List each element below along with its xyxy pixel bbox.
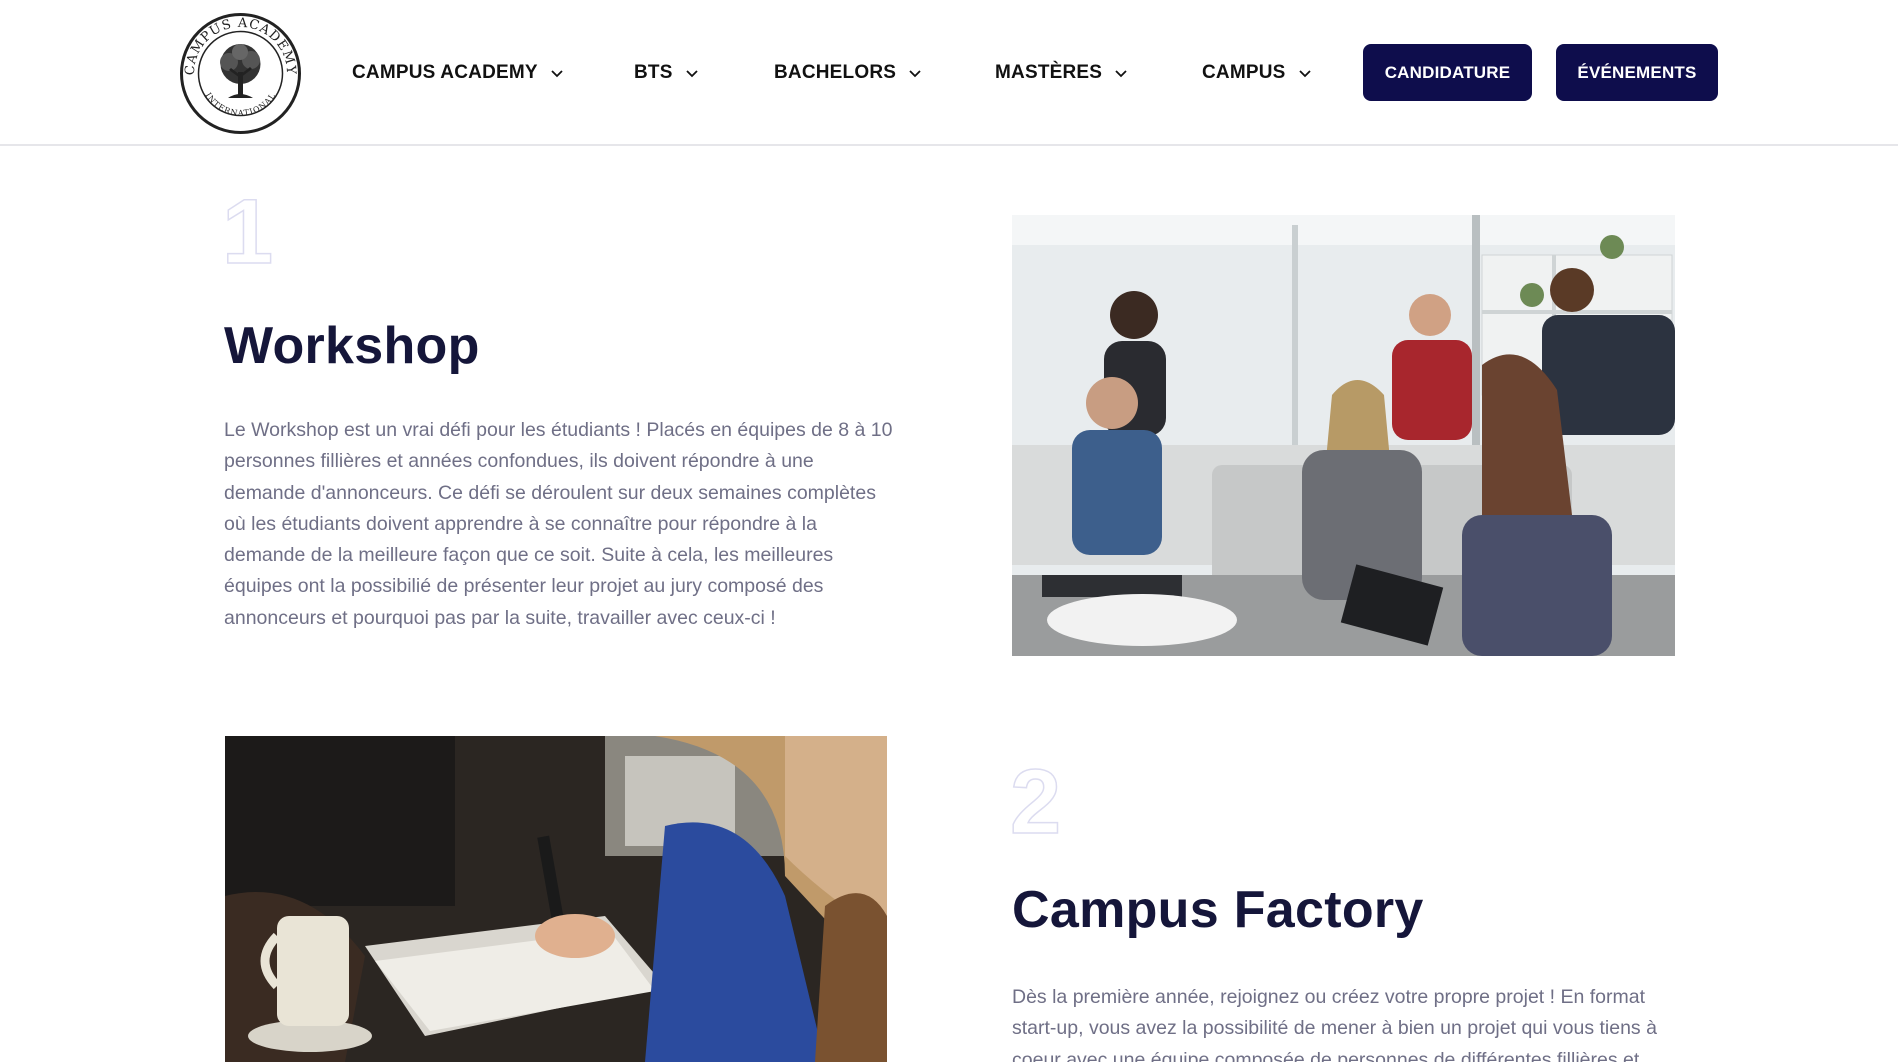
nav-label: MASTÈRES — [995, 62, 1103, 83]
chevron-down-icon — [1298, 70, 1311, 78]
campus-academy-logo[interactable]: CAMPUS ACADEMY INTERNATIONAL — [179, 12, 302, 135]
section-text: Le Workshop est un vrai défi pour les ét… — [224, 419, 893, 629]
nav-label: BTS — [634, 62, 673, 83]
nav-label: BACHELORS — [774, 62, 897, 83]
candidature-button[interactable]: CANDIDATURE — [1363, 44, 1532, 101]
section-text: Dès la première année, rejoignez ou crée… — [1012, 986, 1657, 1062]
section-title: Workshop — [224, 317, 480, 375]
nav-item-campus-academy[interactable]: CAMPUS ACADEMY — [352, 58, 564, 88]
site-header: CAMPUS ACADEMY INTERNATIONAL CAMPUS ACAD… — [0, 0, 1898, 146]
workshop-photo — [1012, 215, 1675, 656]
chevron-down-icon — [685, 70, 698, 78]
section-title: Campus Factory — [1012, 881, 1424, 939]
nav-item-masteres[interactable]: MASTÈRES — [995, 58, 1128, 88]
evenements-button[interactable]: ÉVÉNEMENTS — [1556, 44, 1718, 101]
nav-label: CAMPUS ACADEMY — [352, 62, 538, 83]
section-number: 2 — [1009, 751, 1062, 853]
nav-item-bts[interactable]: BTS — [634, 58, 699, 88]
chevron-down-icon — [1115, 70, 1127, 78]
nav-item-campus[interactable]: CAMPUS — [1202, 58, 1312, 88]
chevron-down-icon — [909, 70, 921, 78]
section-number: 1 — [221, 181, 274, 283]
nav-label: CAMPUS — [1202, 62, 1286, 83]
campus-factory-photo — [225, 736, 887, 1062]
nav-item-bachelors[interactable]: BACHELORS — [774, 58, 922, 88]
chevron-down-icon — [551, 70, 563, 78]
